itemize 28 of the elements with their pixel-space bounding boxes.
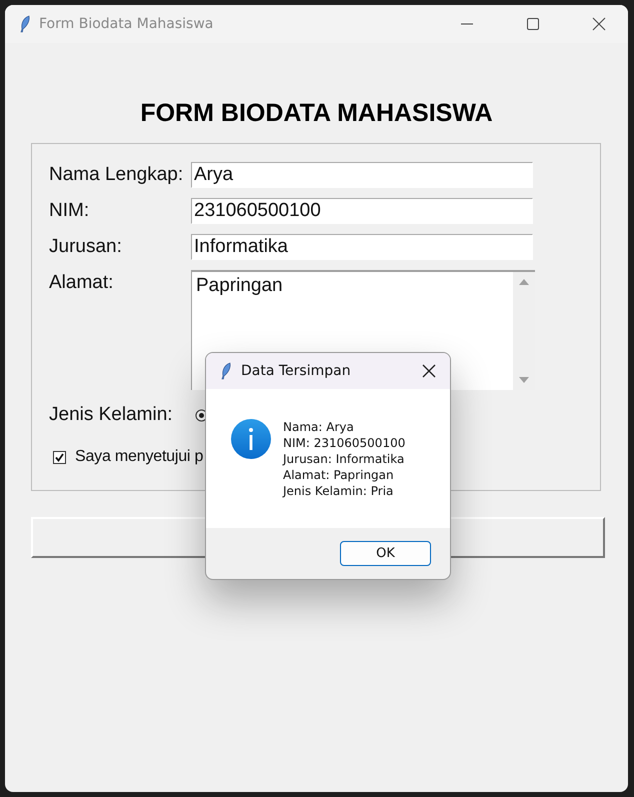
ok-button[interactable]: OK [340, 541, 431, 566]
checkbox[interactable] [53, 450, 66, 464]
info-icon [231, 419, 271, 459]
field-label: Nama Lengkap: [49, 163, 184, 187]
minimize-icon [460, 23, 474, 25]
input-field[interactable]: 231060500100 [191, 198, 533, 224]
gender-label: Jenis Kelamin: [49, 403, 174, 427]
message-line: Alamat: Papringan [283, 467, 395, 483]
feather-icon [19, 15, 31, 33]
field-label: Jurusan: [49, 235, 123, 259]
window-title: Form Biodata Mahasiswa [39, 16, 214, 32]
dialog-title: Data Tersimpan [241, 363, 352, 379]
message-line: NIM: 231060500100 [283, 435, 406, 451]
input-field[interactable]: Arya [191, 162, 533, 188]
input-field[interactable]: Informatika [191, 234, 533, 260]
form-heading: FORM BIODATA MAHASISWA [140, 98, 493, 129]
agreement-label: Saya menyetujui p [75, 448, 204, 466]
field-label: NIM: [49, 199, 90, 223]
message-line: Jurusan: Informatika [283, 451, 406, 467]
scroll-down-icon [518, 376, 530, 384]
maximize-icon [526, 17, 540, 31]
message-line: Jenis Kelamin: Pria [283, 483, 394, 499]
close-icon [592, 17, 606, 31]
scroll-up-icon [518, 278, 530, 286]
message-line: Nama: Arya [283, 419, 355, 435]
feather-icon [220, 362, 232, 380]
field-label: Alamat: [49, 271, 114, 295]
close-icon[interactable] [422, 364, 436, 378]
